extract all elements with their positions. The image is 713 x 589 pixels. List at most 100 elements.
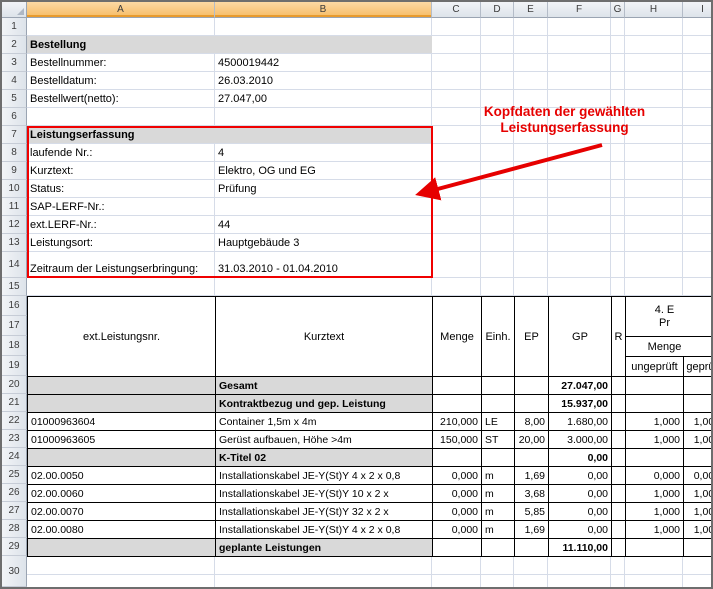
laufende-nr-label-cell[interactable]: laufende Nr.:: [27, 144, 215, 161]
cell-einh[interactable]: [482, 395, 515, 413]
cell-ext-leistungsnr[interactable]: 02.00.0060: [28, 485, 216, 503]
row-header-7[interactable]: 7: [2, 126, 27, 144]
cell-r[interactable]: [612, 539, 626, 557]
cell-kurztext[interactable]: Gesamt: [216, 377, 433, 395]
cell-menge[interactable]: 0,000: [433, 503, 482, 521]
cell-menge-geprueft[interactable]: [684, 395, 713, 413]
column-header-h[interactable]: H: [625, 2, 683, 18]
row-header-6[interactable]: 6: [2, 108, 27, 126]
zeitraum-value-cell[interactable]: 31.03.2010 - 01.04.2010: [215, 252, 432, 277]
cell-ext-leistungsnr[interactable]: 02.00.0070: [28, 503, 216, 521]
cell-kurztext[interactable]: Installationskabel JE-Y(St)Y 4 x 2 x 0,8: [216, 467, 433, 485]
cell-menge[interactable]: [433, 377, 482, 395]
header-gp[interactable]: GP: [549, 297, 612, 377]
cell-menge-geprueft[interactable]: [684, 449, 713, 467]
cell-kurztext[interactable]: Gerüst aufbauen, Höhe >4m: [216, 431, 433, 449]
cell-einh[interactable]: m: [482, 503, 515, 521]
zeitraum-label-cell[interactable]: Zeitraum der Leistungserbringung:: [27, 252, 215, 277]
cell-ep[interactable]: 1,69: [515, 521, 549, 539]
cell-r[interactable]: [612, 449, 626, 467]
column-header-f[interactable]: F: [548, 2, 611, 18]
cell-r[interactable]: [612, 395, 626, 413]
row-header-14[interactable]: 14: [2, 252, 27, 278]
leistungsort-value-cell[interactable]: Hauptgebäude 3: [215, 234, 432, 251]
cell-kurztext[interactable]: Installationskabel JE-Y(St)Y 10 x 2 x: [216, 485, 433, 503]
cell-menge[interactable]: 210,000: [433, 413, 482, 431]
row-header-10[interactable]: 10: [2, 180, 27, 198]
cell-ext-leistungsnr[interactable]: 02.00.0050: [28, 467, 216, 485]
header-ext-leistungsnr[interactable]: ext.Leistungsnr.: [28, 297, 216, 377]
header-sub-menge[interactable]: Menge: [626, 337, 713, 357]
cell-einh[interactable]: LE: [482, 413, 515, 431]
cell-einh[interactable]: [482, 377, 515, 395]
cell-ext-leistungsnr[interactable]: 01000963604: [28, 413, 216, 431]
header-ep[interactable]: EP: [515, 297, 549, 377]
bestellnummer-value-cell[interactable]: 4500019442: [215, 54, 432, 71]
row-header-13[interactable]: 13: [2, 234, 27, 252]
cell-gp[interactable]: 3.000,00: [549, 431, 612, 449]
column-header-c[interactable]: C: [432, 2, 481, 18]
cell-menge-geprueft[interactable]: 1,000: [684, 485, 713, 503]
cell-gp[interactable]: 11.110,00: [549, 539, 612, 557]
cell-gp[interactable]: 0,00: [549, 467, 612, 485]
cell-r[interactable]: [612, 521, 626, 539]
column-header-a[interactable]: A: [27, 2, 215, 18]
row-header-29[interactable]: 29: [2, 538, 27, 556]
cell-ext-leistungsnr[interactable]: 02.00.0080: [28, 521, 216, 539]
cell-menge-ungeprueft[interactable]: 1,000: [626, 485, 684, 503]
cell-menge[interactable]: 0,000: [433, 485, 482, 503]
cell-menge-geprueft[interactable]: 1,000: [684, 521, 713, 539]
empty-row-30[interactable]: [27, 557, 713, 575]
cell-menge[interactable]: 0,000: [433, 521, 482, 539]
cell-kurztext[interactable]: Container 1,5m x 4m: [216, 413, 433, 431]
header-kurztext[interactable]: Kurztext: [216, 297, 433, 377]
cell-ep[interactable]: [515, 449, 549, 467]
select-all-corner[interactable]: [2, 2, 27, 18]
cell-menge-geprueft[interactable]: [684, 539, 713, 557]
kurztext-label-cell[interactable]: Kurztext:: [27, 162, 215, 179]
header-erfassung-group[interactable]: 4. E Pr: [626, 297, 713, 337]
empty-row-1[interactable]: [27, 18, 713, 36]
kurztext-value-cell[interactable]: Elektro, OG und EG: [215, 162, 432, 179]
row-header-26[interactable]: 26: [2, 484, 27, 502]
cell-gp[interactable]: 0,00: [549, 521, 612, 539]
row-header-27[interactable]: 27: [2, 502, 27, 520]
column-header-d[interactable]: D: [481, 2, 514, 18]
cell-menge[interactable]: [433, 539, 482, 557]
cell-menge[interactable]: 150,000: [433, 431, 482, 449]
cell-gp[interactable]: 27.047,00: [549, 377, 612, 395]
column-header-b[interactable]: B: [215, 2, 432, 18]
cell-menge-geprueft[interactable]: 0,000: [684, 467, 713, 485]
row-header-28[interactable]: 28: [2, 520, 27, 538]
header-einh[interactable]: Einh.: [482, 297, 515, 377]
row-header-15[interactable]: 15: [2, 278, 27, 296]
row-header-9[interactable]: 9: [2, 162, 27, 180]
cell-menge-ungeprueft[interactable]: [626, 449, 684, 467]
empty-row-15[interactable]: [27, 278, 713, 296]
cell-einh[interactable]: m: [482, 467, 515, 485]
cell-kurztext[interactable]: Kontraktbezug und gep. Leistung: [216, 395, 433, 413]
cell-r[interactable]: [612, 413, 626, 431]
cell-menge-geprueft[interactable]: 1,000: [684, 503, 713, 521]
leistungserfassung-title-cell[interactable]: Leistungserfassung: [27, 126, 432, 143]
status-value-cell[interactable]: Prüfung: [215, 180, 432, 197]
cell-menge-ungeprueft[interactable]: [626, 539, 684, 557]
cell-kurztext[interactable]: Installationskabel JE-Y(St)Y 32 x 2 x: [216, 503, 433, 521]
ext-lerf-nr-value-cell[interactable]: 44: [215, 216, 432, 233]
cell-menge-ungeprueft[interactable]: 1,000: [626, 413, 684, 431]
header-ungeprueft[interactable]: ungeprüft: [626, 357, 684, 377]
cell-ext-leistungsnr[interactable]: [28, 395, 216, 413]
laufende-nr-value-cell[interactable]: 4: [215, 144, 432, 161]
row-header-20[interactable]: 20: [2, 376, 27, 394]
cell-kurztext[interactable]: Installationskabel JE-Y(St)Y 4 x 2 x 0,8: [216, 521, 433, 539]
cell-r[interactable]: [612, 485, 626, 503]
row-header-4[interactable]: 4: [2, 72, 27, 90]
column-header-g[interactable]: G: [611, 2, 625, 18]
cell-menge[interactable]: [433, 395, 482, 413]
row-header-19[interactable]: 19: [2, 356, 27, 376]
cell-ep[interactable]: 8,00: [515, 413, 549, 431]
cell-einh[interactable]: ST: [482, 431, 515, 449]
cell-ep[interactable]: [515, 377, 549, 395]
cell-ext-leistungsnr[interactable]: [28, 539, 216, 557]
bestellnummer-label-cell[interactable]: Bestellnummer:: [27, 54, 215, 71]
